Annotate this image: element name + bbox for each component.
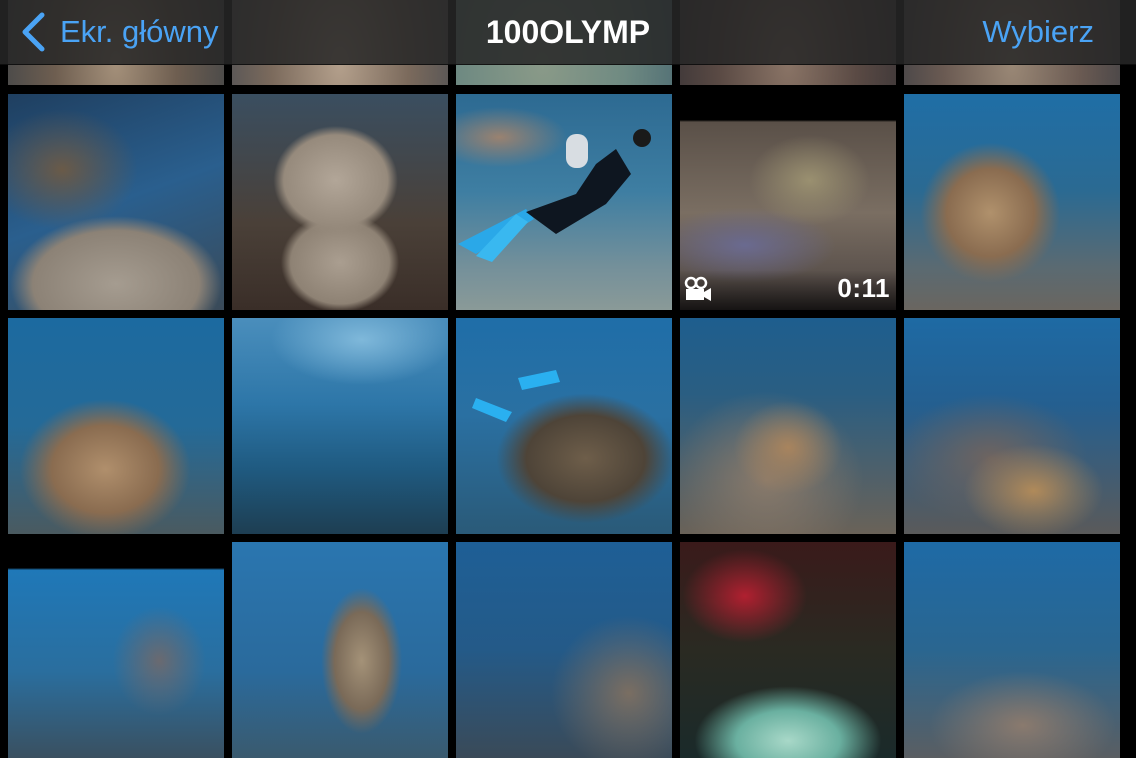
photo-thumbnail[interactable] (8, 94, 224, 310)
photo-thumbnail[interactable] (904, 94, 1120, 310)
photo-thumbnail[interactable] (232, 94, 448, 310)
photo-thumbnail[interactable] (8, 318, 224, 534)
video-thumbnail[interactable]: 0:11 (680, 94, 896, 310)
photo-thumbnail[interactable] (456, 542, 672, 758)
select-button[interactable]: Wybierz (982, 0, 1094, 64)
video-overlay: 0:11 (680, 270, 896, 310)
photo-thumbnail[interactable] (8, 542, 224, 758)
video-duration: 0:11 (837, 273, 890, 303)
photo-thumbnail[interactable] (456, 94, 672, 310)
photo-thumbnail[interactable] (680, 542, 896, 758)
video-camera-icon (684, 276, 711, 301)
photo-thumbnail[interactable] (456, 318, 672, 534)
back-button-label: Ekr. główny (60, 14, 219, 49)
photo-thumbnail[interactable] (232, 542, 448, 758)
photo-thumbnail[interactable] (904, 318, 1120, 534)
photo-thumbnail[interactable] (232, 318, 448, 534)
navigation-bar: Ekr. główny 100OLYMP Wybierz (0, 0, 1136, 65)
photo-grid: 0:11 (0, 0, 1136, 758)
back-button[interactable]: Ekr. główny (20, 0, 219, 64)
photo-thumbnail[interactable] (680, 318, 896, 534)
photo-thumbnail[interactable] (904, 542, 1120, 758)
chevron-left-icon (22, 12, 45, 52)
